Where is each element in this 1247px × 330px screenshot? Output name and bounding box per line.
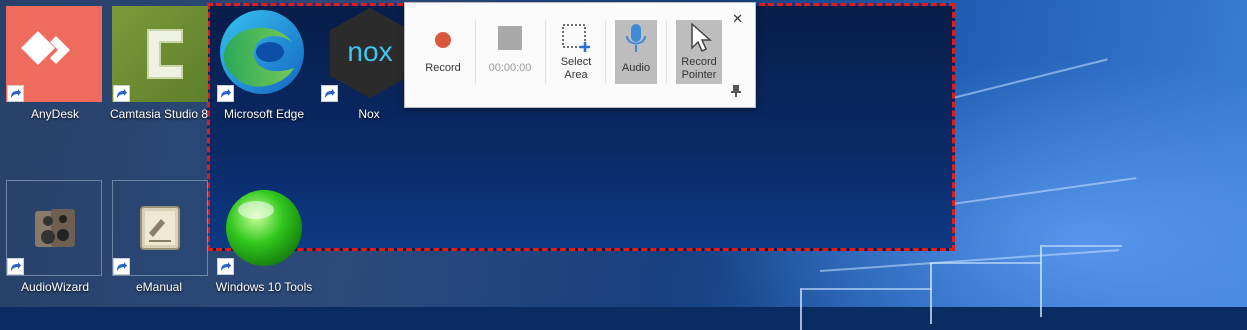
close-icon[interactable]: ✕ — [732, 11, 743, 27]
desktop-icon-label: Nox — [358, 107, 380, 121]
desktop-icon-label: AnyDesk — [30, 107, 80, 121]
desktop-icon-label: AudioWizard — [20, 280, 90, 294]
wallpaper-window-pane — [930, 262, 1042, 324]
timer-display: 00:00:00 — [488, 62, 532, 74]
toolbar-divider — [475, 20, 476, 84]
shortcut-arrow-icon — [217, 85, 234, 102]
stop-button[interactable]: 00:00:00 — [483, 20, 537, 84]
shortcut-arrow-icon — [7, 258, 24, 275]
record-button[interactable]: Record — [419, 20, 467, 84]
audio-toggle-button[interactable]: Audio — [615, 20, 657, 84]
desktop-icon-label: Camtasia Studio 8 — [109, 107, 209, 121]
record-label: Record — [425, 62, 461, 74]
shortcut-arrow-icon — [321, 85, 338, 102]
shortcut-arrow-icon — [7, 85, 24, 102]
microphone-icon — [626, 24, 646, 52]
desktop-icon-label: Microsoft Edge — [223, 107, 305, 121]
select-area-icon — [562, 24, 590, 52]
shortcut-arrow-icon — [217, 258, 234, 275]
wallpaper-window-pane — [1040, 245, 1122, 317]
svg-text:nox: nox — [347, 36, 392, 67]
shortcut-arrow-icon — [113, 258, 130, 275]
select-area-button[interactable]: Select Area — [553, 20, 599, 84]
record-pointer-toggle-button[interactable]: Record Pointer — [676, 20, 722, 84]
toolbar-divider — [605, 20, 606, 84]
pin-icon[interactable] — [731, 85, 741, 97]
toolbar-divider — [545, 20, 546, 84]
wallpaper-window-pane — [800, 288, 932, 330]
screen-recording-toolbar: Record 00:00:00 Select Area Audio Record… — [404, 2, 756, 108]
stop-square-icon — [498, 26, 522, 50]
desktop-icon-label: Windows 10 Tools — [215, 280, 313, 294]
record-dot-icon — [435, 32, 451, 48]
audio-label: Audio — [621, 62, 651, 74]
shortcut-arrow-icon — [113, 85, 130, 102]
desktop-icon-label: eManual — [135, 280, 183, 294]
select-area-label: Select Area — [560, 56, 592, 81]
toolbar-divider — [666, 20, 667, 84]
mouse-pointer-icon — [691, 22, 712, 53]
record-pointer-label: Record Pointer — [681, 56, 717, 81]
